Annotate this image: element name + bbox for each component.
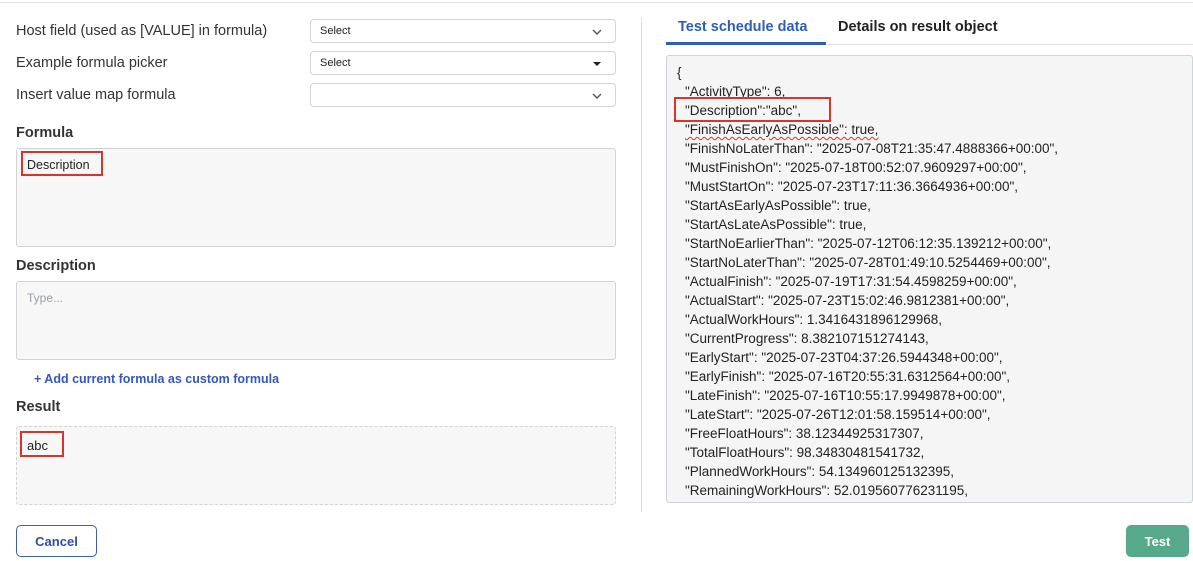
json-line: "FinishNoLaterThan": "2025-07-08T21:35:4… — [685, 141, 1059, 156]
json-line: "CurrentProgress": 8.382107151274143, — [685, 331, 929, 346]
json-line: "EarlyStart": "2025-07-23T04:37:26.59443… — [685, 350, 1003, 365]
value-map-select[interactable] — [310, 83, 616, 107]
column-divider — [641, 18, 642, 512]
description-placeholder: Type... — [27, 291, 64, 305]
host-field-select-value: Select — [320, 25, 351, 37]
value-map-label: Insert value map formula — [16, 87, 176, 103]
example-formula-select-value: Select — [320, 57, 351, 69]
json-line: "StartAsEarlyAsPossible": true, — [685, 198, 871, 213]
json-line: "MustStartOn": "2025-07-23T17:11:36.3664… — [685, 179, 1019, 194]
caret-down-icon — [593, 62, 601, 66]
tab-details-on-result-object[interactable]: Details on result object — [838, 19, 998, 35]
json-line: "LateStart": "2025-07-26T12:01:58.159514… — [685, 407, 991, 422]
json-line: "FinishAsEarlyAsPossible": true, — [685, 122, 879, 137]
result-value: abc — [27, 438, 48, 453]
host-field-select[interactable]: Select — [310, 19, 616, 43]
result-highlight: abc — [20, 431, 64, 457]
example-formula-select[interactable]: Select — [310, 51, 616, 75]
json-line: "PlannedWorkHours": 54.134960125132395, — [685, 464, 955, 479]
active-tab-indicator — [666, 42, 826, 45]
json-line: "Description":"abc", — [685, 103, 801, 118]
json-line: "MustFinishOn": "2025-07-18T00:52:07.960… — [685, 160, 1027, 175]
json-line: "ActualFinish": "2025-07-19T17:31:54.459… — [685, 274, 1017, 289]
host-field-label: Host field (used as [VALUE] in formula) — [16, 23, 268, 39]
cancel-button[interactable]: Cancel — [16, 525, 97, 557]
json-preview[interactable]: { "ActivityType": 6, "Description":"abc"… — [666, 55, 1193, 503]
add-custom-formula-link[interactable]: + Add current formula as custom formula — [34, 372, 279, 386]
formula-highlight: Description — [21, 151, 103, 176]
top-border — [0, 2, 1193, 3]
json-line: "StartAsLateAsPossible": true, — [685, 217, 867, 232]
description-title: Description — [16, 258, 96, 274]
json-line: "RemainingWorkHours": 52.019560776231195… — [685, 483, 969, 498]
json-line: "FreeFloatHours": 38.12344925317307, — [685, 426, 924, 441]
json-line: { — [677, 65, 682, 80]
json-line: "StartNoLaterThan": "2025-07-28T01:49:10… — [685, 255, 1051, 270]
chevron-down-icon — [592, 29, 602, 35]
formula-title: Formula — [16, 125, 74, 141]
json-line: "StartNoEarlierThan": "2025-07-12T06:12:… — [685, 236, 1052, 251]
json-line: "EarlyFinish": "2025-07-16T20:55:31.6312… — [685, 369, 1011, 384]
json-line: "ActualStart": "2025-07-23T15:02:46.9812… — [685, 293, 1010, 308]
example-formula-label: Example formula picker — [16, 55, 168, 71]
result-box: abc — [16, 426, 616, 505]
chevron-down-icon — [592, 93, 602, 99]
json-line: "ActualWorkHours": 1.3416431896129968, — [685, 312, 943, 327]
test-button[interactable]: Test — [1126, 525, 1189, 557]
result-title: Result — [16, 399, 61, 415]
formula-value: Description — [27, 158, 90, 172]
tab-test-schedule-data[interactable]: Test schedule data — [678, 19, 807, 35]
description-input[interactable]: Type... — [16, 281, 616, 360]
json-line: "TotalFloatHours": 98.34830481541732, — [685, 445, 925, 460]
formula-editor[interactable]: Description — [16, 148, 616, 247]
tab-bar-line — [826, 44, 1193, 45]
json-line: "LateFinish": "2025-07-16T10:55:17.99498… — [685, 388, 1006, 403]
